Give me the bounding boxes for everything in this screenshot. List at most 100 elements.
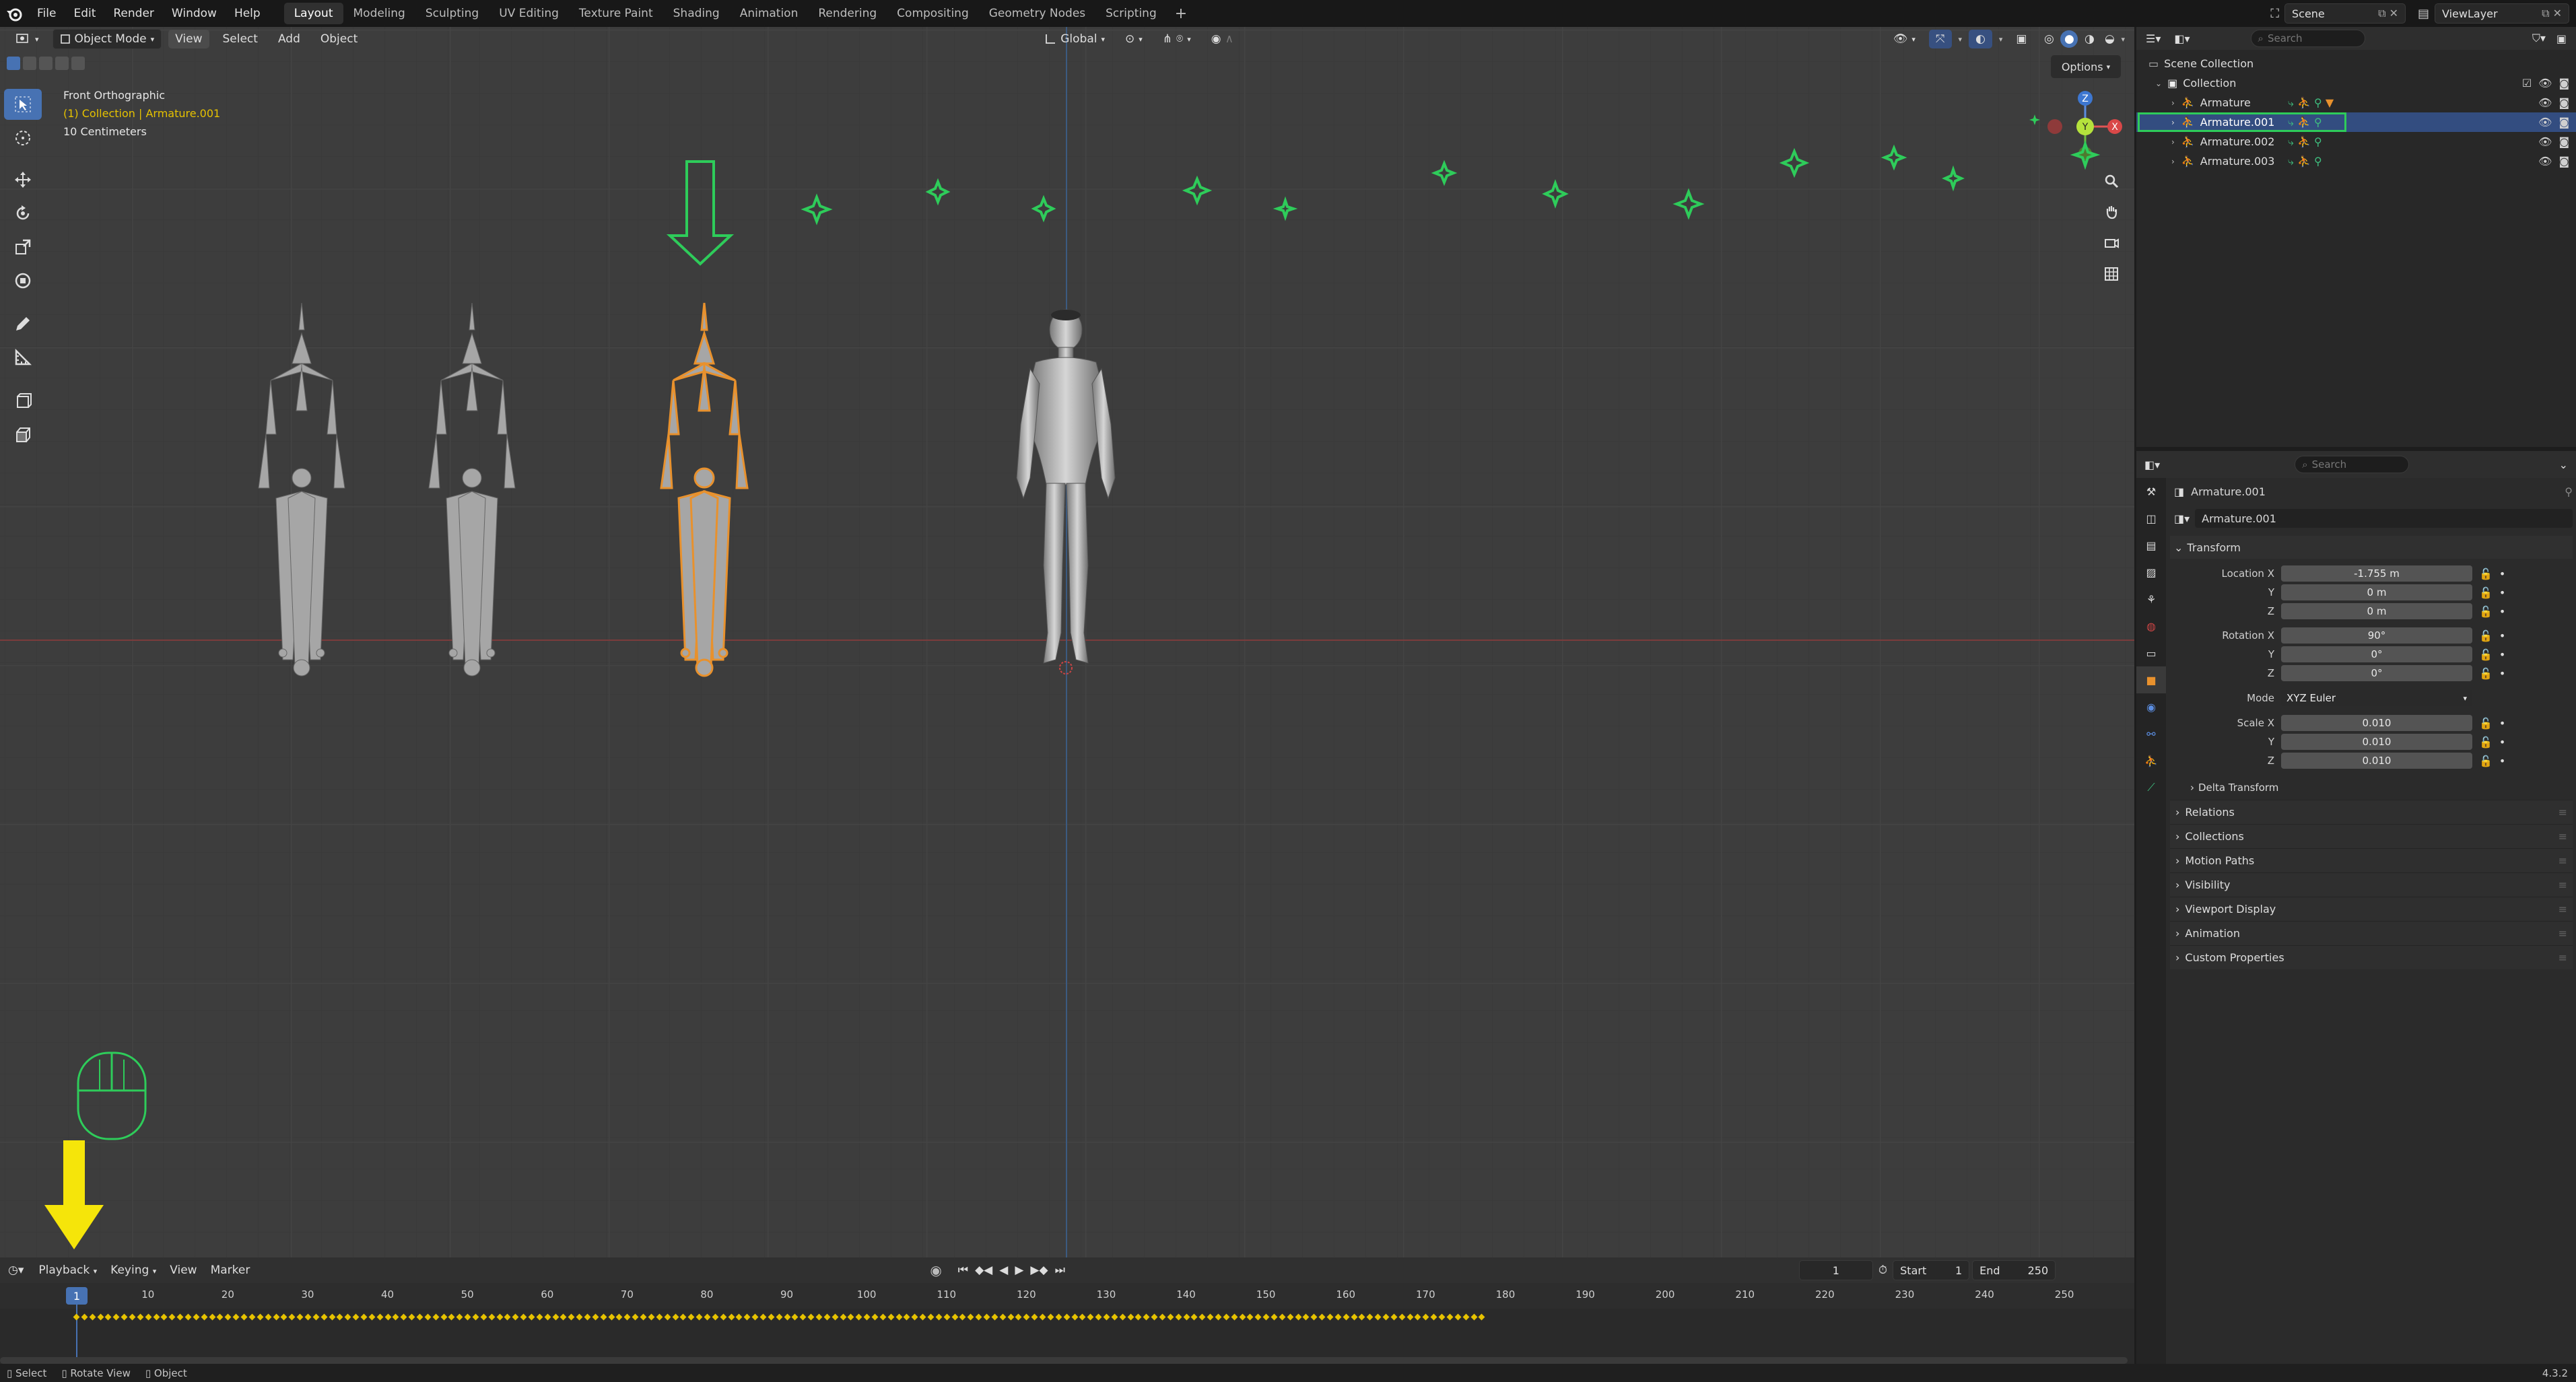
- outliner-search-input[interactable]: ⌕ Search: [2250, 30, 2365, 47]
- camera-render-icon[interactable]: ◙: [2558, 96, 2569, 109]
- keyframe-diamond[interactable]: [320, 1313, 328, 1321]
- output-tab-icon[interactable]: ▤: [2136, 532, 2166, 559]
- play-reverse-icon[interactable]: ◀: [999, 1264, 1008, 1277]
- keyframe-diamond[interactable]: [1055, 1313, 1062, 1321]
- keyframe-diamond[interactable]: [240, 1313, 248, 1321]
- keyframe-diamond[interactable]: [552, 1313, 560, 1321]
- workspace-tab-shading[interactable]: Shading: [663, 3, 730, 24]
- playhead-frame-indicator[interactable]: 1: [66, 1287, 88, 1305]
- jump-to-keyframe-forward-icon[interactable]: ▶◆: [1030, 1264, 1048, 1277]
- keyframe-diamond[interactable]: [895, 1313, 903, 1321]
- rotation-z-field[interactable]: 0°: [2281, 665, 2472, 681]
- keyframe-diamond[interactable]: [784, 1313, 790, 1321]
- keyframe-diamond[interactable]: [176, 1313, 184, 1321]
- keyframe-diamond[interactable]: [999, 1313, 1007, 1321]
- scale-y-field[interactable]: 0.010: [2281, 734, 2472, 750]
- keyframe-diamond[interactable]: [640, 1313, 647, 1321]
- keyframe-diamond[interactable]: [544, 1313, 551, 1321]
- rotation-y-field[interactable]: 0°: [2281, 646, 2472, 662]
- keyframe-diamond[interactable]: [720, 1313, 727, 1321]
- keyframe-diamond[interactable]: [440, 1313, 447, 1321]
- keyframe-diamond[interactable]: [1478, 1313, 1485, 1321]
- keyframe-diamond[interactable]: [488, 1313, 496, 1321]
- keyframe-diamond[interactable]: [496, 1313, 504, 1321]
- keyframe-diamond[interactable]: [448, 1313, 455, 1321]
- keyframe-diamond[interactable]: [632, 1313, 639, 1321]
- workspace-tab-texture-paint[interactable]: Texture Paint: [569, 3, 663, 24]
- rotation-x-field[interactable]: 90°: [2281, 627, 2472, 644]
- keyframe-diamond[interactable]: [1343, 1313, 1350, 1321]
- keyframe-diamond[interactable]: [400, 1313, 407, 1321]
- keyframe-diamond[interactable]: [751, 1313, 759, 1321]
- workspace-tab-compositing[interactable]: Compositing: [887, 3, 979, 24]
- timeline-menu-playback[interactable]: Playback ▾: [32, 1261, 104, 1280]
- filter-funnel-icon[interactable]: ⛉▾: [2532, 32, 2546, 45]
- keyframe-diamond[interactable]: [224, 1313, 232, 1321]
- properties-search-input[interactable]: ⌕ Search: [2295, 456, 2410, 473]
- workspace-tab-uv-editing[interactable]: UV Editing: [489, 3, 569, 24]
- keyframe-diamond[interactable]: [1422, 1313, 1429, 1321]
- animation-section[interactable]: › Animation ≡: [2170, 921, 2573, 945]
- workspace-tab-sculpting[interactable]: Sculpting: [415, 3, 489, 24]
- keyframe-diamond[interactable]: [1470, 1313, 1477, 1321]
- keyframe-diamond[interactable]: [759, 1313, 767, 1321]
- keyframe-diamond[interactable]: [887, 1313, 895, 1321]
- workspace-tab-layout[interactable]: Layout: [283, 3, 343, 24]
- armature-data-tab-icon[interactable]: ⛹: [2136, 747, 2166, 774]
- keyframe-diamond[interactable]: [983, 1313, 990, 1321]
- jump-to-start-icon[interactable]: ⏮: [958, 1264, 968, 1277]
- keyframe-diamond[interactable]: [384, 1313, 391, 1321]
- keyframe-diamond[interactable]: [432, 1313, 440, 1321]
- viewport-display-section[interactable]: › Viewport Display ≡: [2170, 897, 2573, 921]
- keyframe-diamond[interactable]: [648, 1313, 655, 1321]
- keyframe-diamond[interactable]: [528, 1313, 535, 1321]
- keyframe-diamond[interactable]: [1406, 1313, 1414, 1321]
- new-collection-icon[interactable]: ▣: [2556, 32, 2567, 45]
- keyframe-diamond[interactable]: [1095, 1313, 1102, 1321]
- keyframe-diamond[interactable]: [1398, 1313, 1406, 1321]
- keyframe-diamond[interactable]: [1087, 1313, 1094, 1321]
- keyframe-diamond[interactable]: [807, 1313, 815, 1321]
- scene-tab-icon[interactable]: ⚘: [2136, 586, 2166, 613]
- keyframe-diamond[interactable]: [1023, 1313, 1030, 1321]
- measure-tool[interactable]: [4, 342, 42, 373]
- keyframe-diamond[interactable]: [576, 1313, 583, 1321]
- drag-handle-icon[interactable]: ≡: [2558, 878, 2567, 891]
- workspace-tab-animation[interactable]: Animation: [730, 3, 809, 24]
- lock-icon[interactable]: 🔓: [2479, 586, 2493, 599]
- outliner-item-armature-003[interactable]: › ⛹ Armature.003 ⤷ ⛹ ⚲ 👁 ◙: [2136, 151, 2576, 171]
- pin-icon[interactable]: ⚲: [2565, 485, 2573, 498]
- add-workspace-button[interactable]: +: [1167, 5, 1195, 22]
- keyframe-diamond[interactable]: [847, 1313, 854, 1321]
- frame-ruler[interactable]: 10 20 30 40 50 60 70 80 90 100 110 120 130 140 150 160 1…: [0, 1283, 2134, 1309]
- keyframe-diamond[interactable]: [1270, 1313, 1278, 1321]
- human-mesh-figure[interactable]: [996, 283, 1138, 680]
- keyframe-diamond[interactable]: [112, 1313, 120, 1321]
- keyframe-diamond[interactable]: [1103, 1313, 1110, 1321]
- keyframe-diamond[interactable]: [871, 1313, 879, 1321]
- keyframe-summary-row[interactable]: [0, 1313, 2134, 1322]
- jump-to-end-icon[interactable]: ⏭: [1055, 1264, 1065, 1277]
- scene-selector[interactable]: Scene ⧉ ✕: [2284, 3, 2406, 24]
- scale-x-field[interactable]: 0.010: [2281, 715, 2472, 731]
- keyframe-diamond[interactable]: [1246, 1313, 1254, 1321]
- keyframe-diamond[interactable]: [456, 1313, 463, 1321]
- drag-handle-icon[interactable]: ≡: [2558, 903, 2567, 915]
- keyframe-diamond[interactable]: [360, 1313, 368, 1321]
- keyframe-diamond[interactable]: [919, 1313, 926, 1321]
- keyframe-diamond[interactable]: [799, 1313, 807, 1321]
- keyframe-diamond[interactable]: [472, 1313, 479, 1321]
- keyframe-diamond[interactable]: [935, 1313, 943, 1321]
- location-y-field[interactable]: 0 m: [2281, 584, 2472, 600]
- keyframe-diamond[interactable]: [232, 1313, 240, 1321]
- collections-section[interactable]: › Collections ≡: [2170, 824, 2573, 848]
- keyframe-diamond[interactable]: [679, 1313, 687, 1321]
- extrude-tool[interactable]: [4, 419, 42, 450]
- view-layer-selector[interactable]: ViewLayer ⧉ ✕: [2435, 3, 2569, 24]
- render-tab-icon[interactable]: ◫: [2136, 505, 2166, 532]
- keyframe-diamond[interactable]: [903, 1313, 910, 1321]
- keyframe-diamond[interactable]: [1415, 1313, 1421, 1321]
- lock-icon[interactable]: 🔓: [2479, 648, 2493, 661]
- relations-section[interactable]: › Relations ≡: [2170, 800, 2573, 824]
- lock-icon[interactable]: 🔓: [2479, 567, 2493, 580]
